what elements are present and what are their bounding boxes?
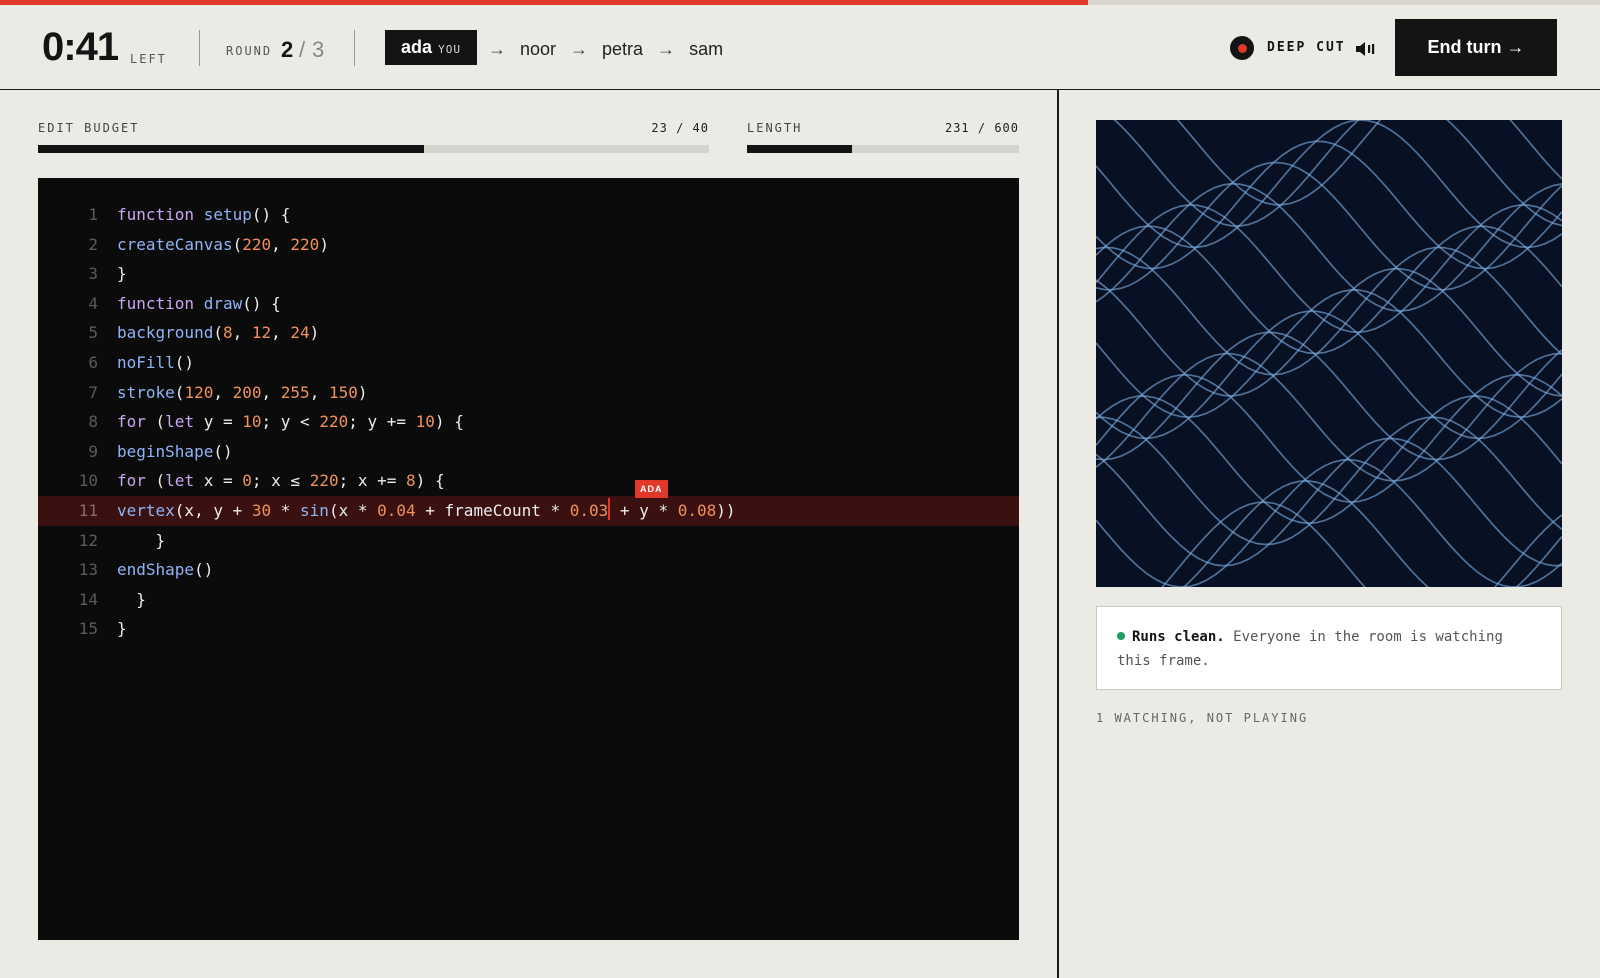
line-number: 9 xyxy=(88,441,98,461)
line-number: 7 xyxy=(88,382,98,402)
code-line[interactable]: 8 for (let y = 10; y < 220; y += 10) { xyxy=(38,407,1019,437)
status-strong: Runs clean. xyxy=(1132,629,1225,645)
code-line[interactable]: 5 background(8, 12, 24) xyxy=(38,318,1019,348)
code-text[interactable]: background(8, 12, 24) xyxy=(117,318,319,348)
edit-budget-value: 23 / 40 xyxy=(651,121,709,135)
code-line[interactable]: 3} xyxy=(38,259,1019,289)
code-text[interactable]: endShape() xyxy=(117,555,213,585)
code-line[interactable]: 9 beginShape() xyxy=(38,437,1019,467)
code-text[interactable]: vertex(x, y + 30 * sin(x * 0.04 + frameC… xyxy=(117,496,736,526)
code-text[interactable]: } xyxy=(117,259,127,289)
turn-order: → noor → petra → sam xyxy=(488,39,723,60)
line-number: 4 xyxy=(88,293,98,313)
player-name: sam xyxy=(689,39,724,59)
length-label: LENGTH xyxy=(747,121,803,135)
code-line[interactable]: 13 endShape() xyxy=(38,555,1019,585)
code-text[interactable]: stroke(120, 200, 255, 150) xyxy=(117,378,368,408)
status-message: Runs clean. Everyone in the room is watc… xyxy=(1096,606,1562,690)
line-number: 12 xyxy=(78,530,98,550)
code-text[interactable]: createCanvas(220, 220) xyxy=(117,230,329,260)
round-total: 3 xyxy=(312,37,325,62)
line-number: 14 xyxy=(78,589,98,609)
current-player-name: ada xyxy=(401,37,433,57)
round-label: ROUND xyxy=(226,44,273,58)
sketch-preview xyxy=(1096,120,1562,587)
end-turn-button[interactable]: End turn → xyxy=(1395,19,1557,76)
code-line[interactable]: 6 noFill() xyxy=(38,348,1019,378)
length-fill xyxy=(747,145,852,153)
header-divider xyxy=(354,30,355,66)
preview-canvas xyxy=(1096,120,1562,587)
arrow-right-icon: → xyxy=(570,39,589,59)
code-line[interactable]: 12 } xyxy=(38,526,1019,556)
current-player-tag: YOU xyxy=(438,42,461,56)
code-line[interactable]: 1 function setup() { xyxy=(38,200,1019,230)
line-number: 10 xyxy=(78,471,98,491)
code-text[interactable]: function draw() { xyxy=(117,289,281,319)
edit-budget-fill xyxy=(38,145,424,153)
length-bar xyxy=(747,145,1019,153)
code-line[interactable]: 14 } xyxy=(38,585,1019,615)
panel-divider xyxy=(1057,90,1059,978)
code-line[interactable]: 10 for (let x = 0; x ≤ 220; x += 8) { xyxy=(38,466,1019,496)
length-value: 231 / 600 xyxy=(944,121,1019,135)
round-current: 2 xyxy=(281,37,294,62)
code-text[interactable]: beginShape() xyxy=(117,437,233,467)
round-separator: / xyxy=(299,37,306,62)
line-number: 15 xyxy=(78,619,98,639)
line-number: 2 xyxy=(88,234,98,254)
top-bar: 0:41 LEFT ROUND 2 / 3 ada YOU → noor → p… xyxy=(0,5,1600,90)
line-number: 11 xyxy=(78,500,98,520)
code-line[interactable]: 15} xyxy=(38,614,1019,644)
line-number: 5 xyxy=(88,323,98,343)
record-icon xyxy=(1230,36,1254,60)
code-editor[interactable]: 1 function setup() { 2 createCanvas(220, 22… xyxy=(38,178,1019,940)
header-divider xyxy=(199,30,200,66)
line-number: 8 xyxy=(88,412,98,432)
code-line-active[interactable]: ADA 11 vertex(x, y + 30 * sin(x * 0.04 + f… xyxy=(38,479,1019,526)
timer-suffix: LEFT xyxy=(130,52,167,66)
line-number: 3 xyxy=(88,264,98,284)
code-text[interactable]: } xyxy=(117,614,127,644)
code-line[interactable]: 2 createCanvas(220, 220) xyxy=(38,230,1019,260)
code-text[interactable]: for (let x = 0; x ≤ 220; x += 8) { xyxy=(117,466,445,496)
edit-budget-label: EDIT BUDGET xyxy=(38,121,140,135)
code-text[interactable]: } xyxy=(117,585,146,615)
code-text[interactable]: } xyxy=(117,526,166,556)
text-cursor xyxy=(608,498,611,521)
code-line[interactable]: 4 function draw() { xyxy=(38,289,1019,319)
line-number: 1 xyxy=(88,205,98,224)
arrow-right-icon: → xyxy=(488,39,506,59)
current-player-pill: ada YOU xyxy=(385,30,477,65)
turn-timer: 0:41 xyxy=(42,25,119,69)
code-text[interactable]: for (let y = 10; y < 220; y += 10) { xyxy=(117,407,464,437)
arrow-right-icon: → xyxy=(657,39,676,59)
line-number: 6 xyxy=(88,352,98,372)
status-ok-icon xyxy=(1117,631,1125,640)
edit-budget-bar xyxy=(38,145,709,153)
player-name: petra xyxy=(602,39,644,59)
code-text[interactable]: function setup() { xyxy=(117,200,290,230)
line-number: 13 xyxy=(78,560,98,580)
mode-label: DEEP CUT xyxy=(1267,40,1346,55)
code-text[interactable]: noFill() xyxy=(117,348,194,378)
code-line[interactable]: 7 stroke(120, 200, 255, 150) xyxy=(38,378,1019,408)
speaker-icon[interactable] xyxy=(1354,40,1376,58)
player-name: noor xyxy=(520,39,557,59)
spectator-count: 1 WATCHING, NOT PLAYING xyxy=(1096,711,1309,725)
